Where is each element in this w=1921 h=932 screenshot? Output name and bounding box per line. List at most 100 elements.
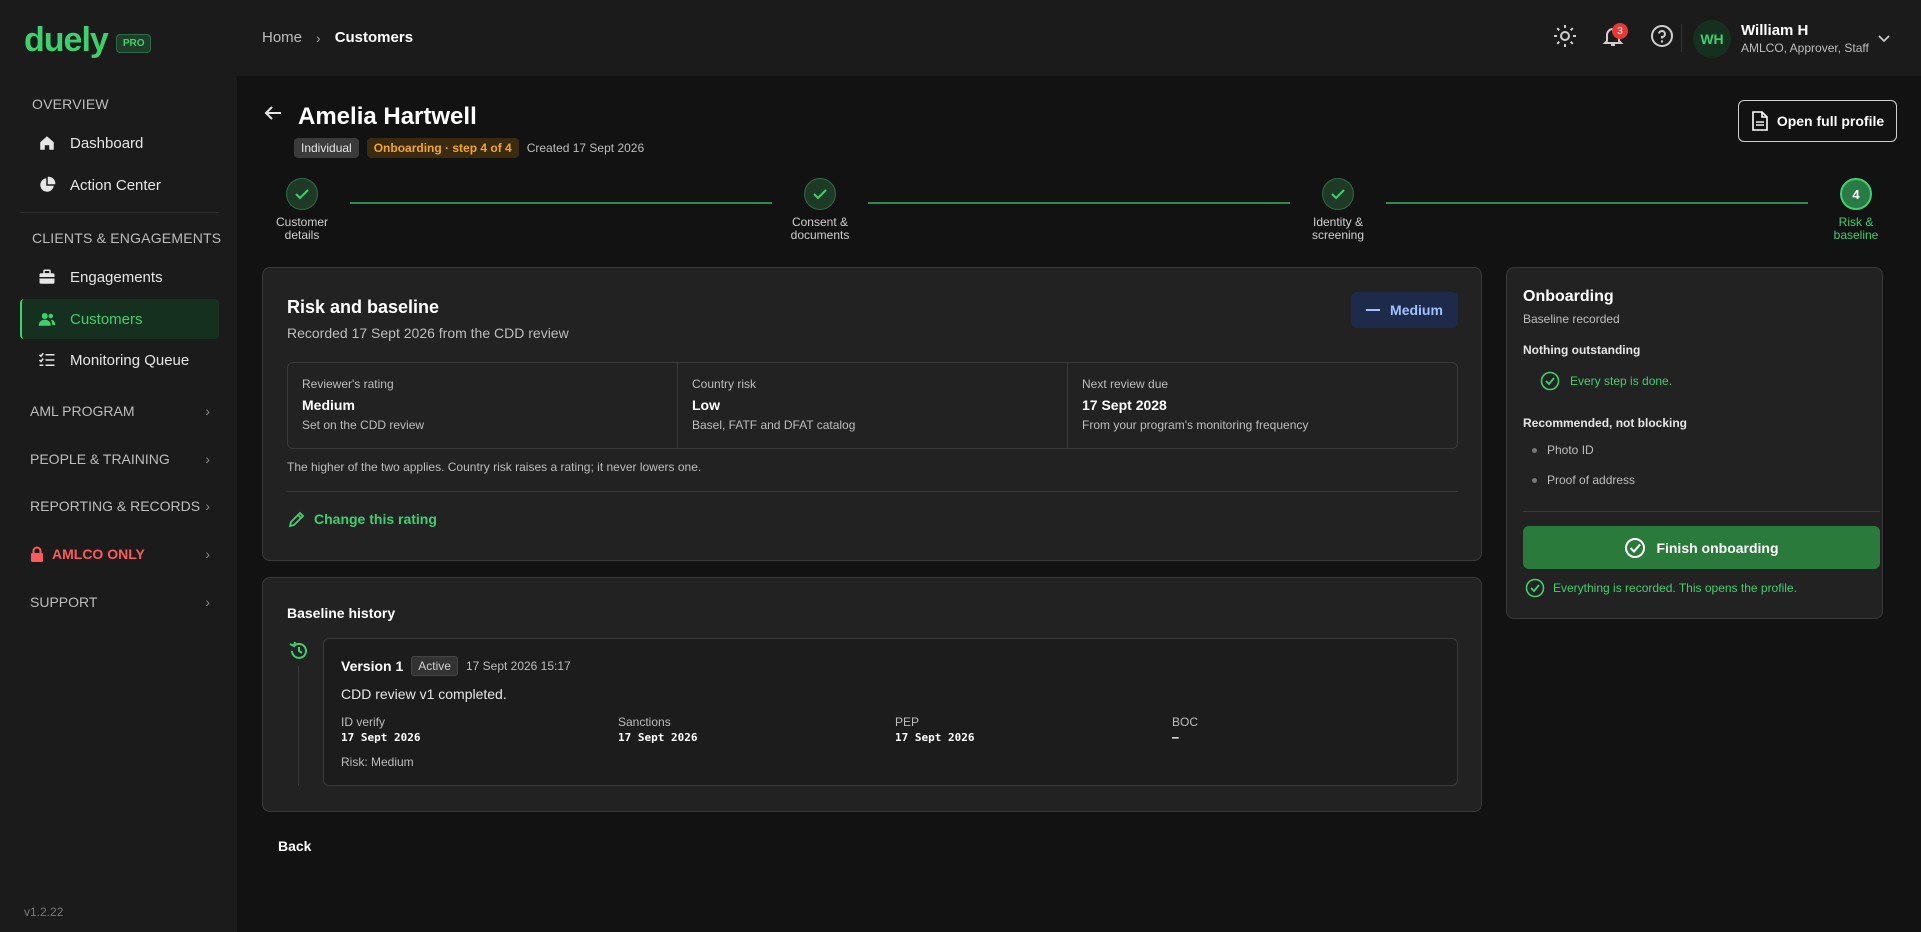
- step-label-line: documents: [790, 228, 850, 242]
- risk-note: The higher of the two applies. Country r…: [287, 460, 702, 474]
- onboarding-subtitle: Baseline recorded: [1523, 312, 1620, 326]
- metric-value: Medium: [302, 397, 355, 413]
- metric-value: Low: [692, 397, 720, 413]
- onboarding-status-badge: Onboarding · step 4 of 4: [366, 138, 519, 158]
- version-header: Version 1 Active 17 Sept 2026 15:17: [341, 656, 571, 676]
- footer-text: Everything is recorded. This opens the p…: [1553, 581, 1797, 595]
- sidebar-item-dashboard[interactable]: Dashboard: [20, 123, 219, 163]
- nav-group-support[interactable]: SUPPORT ›: [30, 594, 210, 610]
- back-button[interactable]: Back: [278, 838, 311, 854]
- step-4-label: Risk & baseline: [1796, 216, 1916, 242]
- metric-label: Reviewer's rating: [302, 377, 394, 391]
- risk-card-subtitle: Recorded 17 Sept 2026 from the CDD revie…: [287, 325, 569, 341]
- check-id-verify: ID verify 17 Sept 2026: [341, 715, 618, 744]
- check-label: ID verify: [341, 715, 386, 729]
- sidebar-item-monitoring-queue[interactable]: Monitoring Queue: [20, 340, 219, 380]
- user-name[interactable]: William H: [1741, 22, 1808, 39]
- step-label-line: details: [284, 228, 320, 242]
- nav-group-label: REPORTING & RECORDS: [30, 498, 201, 514]
- nav-group-aml-program[interactable]: AML PROGRAM ›: [30, 403, 210, 419]
- sidebar-item-customers[interactable]: Customers: [20, 299, 219, 339]
- metric-sub: Set on the CDD review: [302, 418, 425, 432]
- version-name: Version 1: [341, 658, 404, 674]
- recommended-label: Proof of address: [1547, 473, 1636, 487]
- section-overview: OVERVIEW: [32, 96, 109, 112]
- open-full-profile-button[interactable]: Open full profile: [1738, 100, 1897, 142]
- step-4-current[interactable]: 4: [1840, 178, 1872, 210]
- sidebar-item-label: Monitoring Queue: [70, 351, 190, 369]
- recommended-item: Photo ID: [1532, 443, 1594, 457]
- all-steps-done: Every step is done.: [1540, 371, 1672, 391]
- chevron-right-icon: ›: [205, 451, 210, 467]
- sidebar-item-action-center[interactable]: Action Center: [20, 165, 219, 205]
- outstanding-heading: Nothing outstanding: [1523, 343, 1641, 357]
- stepper-connector: [868, 202, 1290, 204]
- risk-card-title: Risk and baseline: [287, 297, 440, 317]
- divider: [1523, 511, 1880, 512]
- version-entry: Version 1 Active 17 Sept 2026 15:17 CDD …: [323, 638, 1458, 786]
- version-checks: ID verify 17 Sept 2026 Sanctions 17 Sept…: [341, 715, 1451, 744]
- brand-logo[interactable]: duely PRO: [24, 21, 152, 59]
- nav-group-people-training[interactable]: PEOPLE & TRAINING ›: [30, 451, 210, 467]
- nav-group-amlco-only[interactable]: AMLCO ONLY ›: [30, 546, 210, 562]
- step-label-line: screening: [1311, 228, 1365, 242]
- breadcrumb-current: Customers: [334, 29, 414, 46]
- dash-icon: [1366, 309, 1381, 311]
- onboarding-title: Onboarding: [1523, 288, 1614, 305]
- risk-metrics: Reviewer's rating Medium Set on the CDD …: [287, 362, 1458, 449]
- step-1-complete[interactable]: [286, 178, 318, 210]
- check-label: BOC: [1172, 715, 1199, 729]
- nav-group-label: PEOPLE & TRAINING: [30, 451, 170, 467]
- nav-group-label: AMLCO ONLY: [52, 546, 145, 562]
- check-value: –: [1172, 731, 1179, 744]
- version-risk: Risk: Medium: [341, 755, 414, 769]
- step-3-label: Identity & screening: [1278, 216, 1398, 242]
- done-text: Every step is done.: [1570, 374, 1673, 388]
- nav-group-label: SUPPORT: [30, 594, 98, 610]
- breadcrumb: Home › Customers: [262, 29, 413, 46]
- checklist-icon: [38, 352, 55, 366]
- nav-divider: [20, 212, 219, 213]
- brand-name: duely: [24, 21, 109, 59]
- topbar-divider: [1681, 24, 1682, 52]
- sidebar: duely PRO OVERVIEW Dashboard Action Cent…: [0, 0, 237, 932]
- pencil-icon: [288, 511, 305, 528]
- notification-badge: 3: [1612, 23, 1628, 39]
- change-rating-link[interactable]: Change this rating: [288, 510, 437, 528]
- chevron-right-icon: ›: [316, 29, 321, 46]
- recommended-item: Proof of address: [1532, 473, 1635, 487]
- recommended-heading: Recommended, not blocking: [1523, 416, 1688, 430]
- back-arrow-icon[interactable]: [262, 102, 284, 124]
- finish-onboarding-button[interactable]: Finish onboarding: [1523, 526, 1880, 569]
- nav-group-reporting-records[interactable]: REPORTING & RECORDS ›: [30, 498, 210, 514]
- check-value: 17 Sept 2026: [895, 731, 975, 744]
- nav-group-label: AML PROGRAM: [30, 403, 135, 419]
- customer-tags: Individual Onboarding · step 4 of 4 Crea…: [294, 138, 644, 158]
- chevron-right-icon: ›: [205, 594, 210, 610]
- nav-group-label-wrap: AMLCO ONLY: [30, 546, 145, 562]
- pie-chart-icon: [40, 176, 56, 192]
- stepper-connector: [350, 202, 772, 204]
- history-title: Baseline history: [287, 605, 396, 621]
- metric-sub: From your program's monitoring frequency: [1082, 418, 1309, 432]
- check-sanctions: Sanctions 17 Sept 2026: [618, 715, 895, 744]
- open-full-profile-label: Open full profile: [1776, 113, 1885, 129]
- step-2-complete[interactable]: [804, 178, 836, 210]
- check-circle-icon: [1625, 537, 1646, 558]
- sidebar-item-engagements[interactable]: Engagements: [20, 257, 219, 297]
- bullet-icon: [1532, 447, 1537, 453]
- created-date: Created 17 Sept 2026: [526, 141, 645, 155]
- step-3-complete[interactable]: [1322, 178, 1354, 210]
- breadcrumb-home[interactable]: Home: [262, 29, 302, 46]
- avatar[interactable]: WH: [1693, 20, 1731, 58]
- risk-level-badge: Medium: [1351, 292, 1458, 328]
- check-circle-icon: [1540, 371, 1560, 391]
- metric-next-review: Next review due 17 Sept 2028 From your p…: [1068, 363, 1457, 448]
- chevron-down-icon[interactable]: [1876, 30, 1892, 46]
- version-timestamp: 17 Sept 2026 15:17: [465, 659, 571, 673]
- theme-toggle-sun-icon[interactable]: [1553, 24, 1577, 48]
- check-value: 17 Sept 2026: [618, 731, 698, 744]
- help-icon[interactable]: [1650, 24, 1674, 48]
- brand-badge: PRO: [115, 33, 152, 53]
- page-title: Amelia Hartwell: [298, 103, 477, 130]
